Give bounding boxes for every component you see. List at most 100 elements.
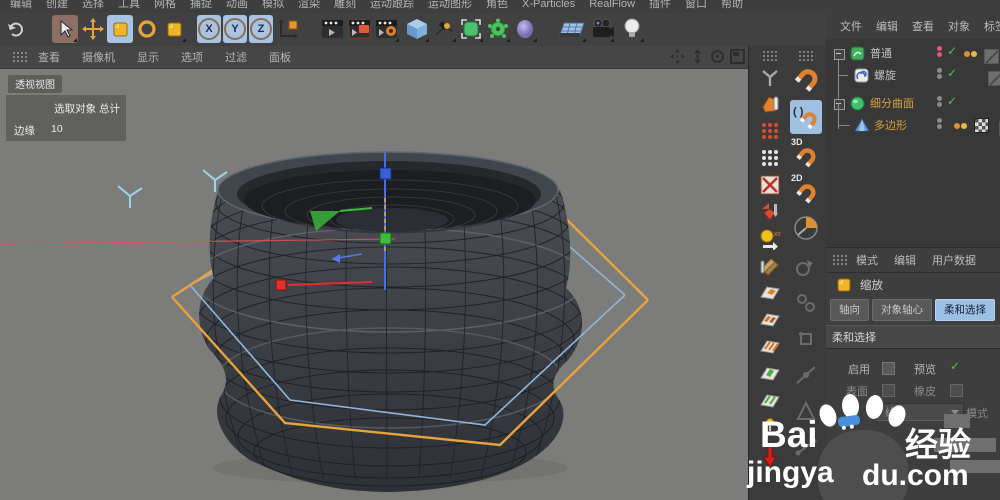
om-menu-tags[interactable]: 标签 [984,18,1000,34]
viewport-solo-icon[interactable] [757,65,783,89]
workplane-icon-4[interactable] [757,362,783,386]
y-axis-lock-button[interactable]: Y [223,15,247,43]
workplane-icon-5[interactable] [757,389,783,413]
menu-item[interactable]: RealFlow [589,0,635,11]
section-header[interactable]: 柔和选择 [826,325,1000,349]
enable-dots-icon[interactable] [937,95,942,108]
texture-mode-icon[interactable] [757,254,783,278]
menu-item[interactable]: 创建 [46,0,68,11]
menu-item[interactable]: 运动图形 [428,0,472,11]
object-label[interactable]: 螺旋 [874,67,896,83]
object-row-polygon[interactable]: 多边形 [826,115,1000,135]
menu-item[interactable]: 插件 [649,0,671,11]
tab-object-axis[interactable]: 对象轴心 [872,299,932,321]
tab-soft-selection[interactable]: 柔和选择 [935,299,995,321]
snap-option-icon-2[interactable] [790,286,822,320]
camera-button[interactable] [589,15,615,43]
layer-box-icon[interactable] [988,71,1000,86]
expander-icon[interactable] [834,99,845,110]
om-menu-object[interactable]: 对象 [948,18,970,34]
render-picture-viewer-button[interactable] [347,15,373,43]
coordinate-system-icon[interactable] [275,15,301,43]
visibility-check-icon[interactable] [947,66,957,80]
points-mode-icon[interactable] [757,146,783,170]
environment-button[interactable] [512,15,538,43]
live-selection-tool[interactable] [52,15,78,43]
menu-item[interactable]: 角色 [486,0,508,11]
snap-option-icon-1[interactable] [790,250,822,284]
primitive-cube-button[interactable] [404,15,430,43]
snap-option-icon-3[interactable] [790,322,822,356]
vp-menu-options[interactable]: 选项 [181,49,203,65]
vp-menu-panel[interactable]: 面板 [269,49,291,65]
maximize-view-icon[interactable] [729,48,746,65]
layer-box-icon[interactable] [984,49,999,64]
render-view-button[interactable] [320,15,346,43]
snap-option-icon-4[interactable] [790,358,822,392]
object-label[interactable]: 普通 [870,45,892,61]
render-settings-button[interactable] [374,15,400,43]
menu-item[interactable]: X-Particles [522,0,575,11]
menu-item[interactable]: 运动跟踪 [370,0,414,11]
move-tool[interactable] [80,15,106,43]
vp-menu-filter[interactable]: 过滤 [225,49,247,65]
pan-view-icon[interactable] [669,48,686,65]
last-used-tool[interactable] [161,15,187,43]
undo-icon[interactable] [2,15,28,43]
menu-item[interactable]: 模拟 [262,0,284,11]
z-axis-lock-button[interactable]: Z [249,15,273,43]
enable-dots-icon[interactable] [937,67,942,80]
object-row-sweep[interactable]: 普通 [826,43,1000,63]
subdivision-surface-button[interactable] [458,15,484,43]
viewport[interactable]: 查看 摄像机 显示 选项 过滤 面板 [0,46,748,500]
menu-item[interactable]: 网格 [154,0,176,11]
workplane-icon-1[interactable] [757,281,783,305]
phong-tag-icon[interactable] [964,48,978,60]
polygon-selection-tag-icon[interactable] [974,118,989,133]
view-label-badge[interactable]: 透视视图 [8,75,62,93]
rotate-view-icon[interactable] [709,48,726,65]
auto-snap-button[interactable]: ( ) [790,100,822,134]
menu-item[interactable]: 窗口 [685,0,707,11]
spline-pen-button[interactable] [431,15,457,43]
rotate-tool[interactable] [134,15,160,43]
menu-item[interactable]: 动画 [226,0,248,11]
workplane-mode-icon[interactable] [757,200,783,224]
palette-grip-icon[interactable] [762,50,778,62]
palette-grip-icon[interactable] [12,51,28,63]
enable-checkbox[interactable] [882,362,895,375]
menu-item[interactable]: 选择 [82,0,104,11]
am-menu-edit[interactable]: 编辑 [894,252,916,268]
snap-2d-button[interactable]: 2D [790,172,822,206]
polygon-mode-icon[interactable] [757,92,783,116]
object-label[interactable]: 多边形 [874,117,907,133]
enable-dots-icon[interactable] [937,117,942,130]
vp-menu-camera[interactable]: 摄像机 [82,49,115,65]
phong-tag-icon[interactable] [954,120,968,132]
deformer-button[interactable] [485,15,511,43]
zoom-view-icon[interactable] [689,48,706,65]
menu-item[interactable]: 渲染 [298,0,320,11]
menu-item[interactable]: 编辑 [10,0,32,11]
expander-icon[interactable] [834,49,845,60]
workplane-icon-2[interactable] [757,308,783,332]
tab-axis[interactable]: 轴向 [830,299,869,321]
scale-tool[interactable] [107,15,133,43]
disable-axis-icon[interactable] [757,173,783,197]
axis-modify-icon[interactable]: XYZ [757,227,783,251]
enable-dots-icon[interactable] [937,45,942,58]
rubber-checkbox[interactable] [950,384,963,397]
palette-grip-icon[interactable] [832,254,848,266]
vp-menu-view[interactable]: 查看 [38,49,60,65]
am-menu-userdata[interactable]: 用户数据 [932,252,976,268]
workplane-icon-3[interactable] [757,335,783,359]
x-axis-lock-button[interactable]: X [197,15,221,43]
menu-item[interactable]: 帮助 [721,0,743,11]
snap-3d-button[interactable]: 3D [790,136,822,170]
quantize-rotate-icon[interactable] [790,208,822,248]
preview-check-icon[interactable] [950,359,960,373]
light-button[interactable] [619,15,645,43]
points-mode-red-icon[interactable] [757,119,783,143]
om-menu-file[interactable]: 文件 [840,18,862,34]
om-menu-view[interactable]: 查看 [912,18,934,34]
